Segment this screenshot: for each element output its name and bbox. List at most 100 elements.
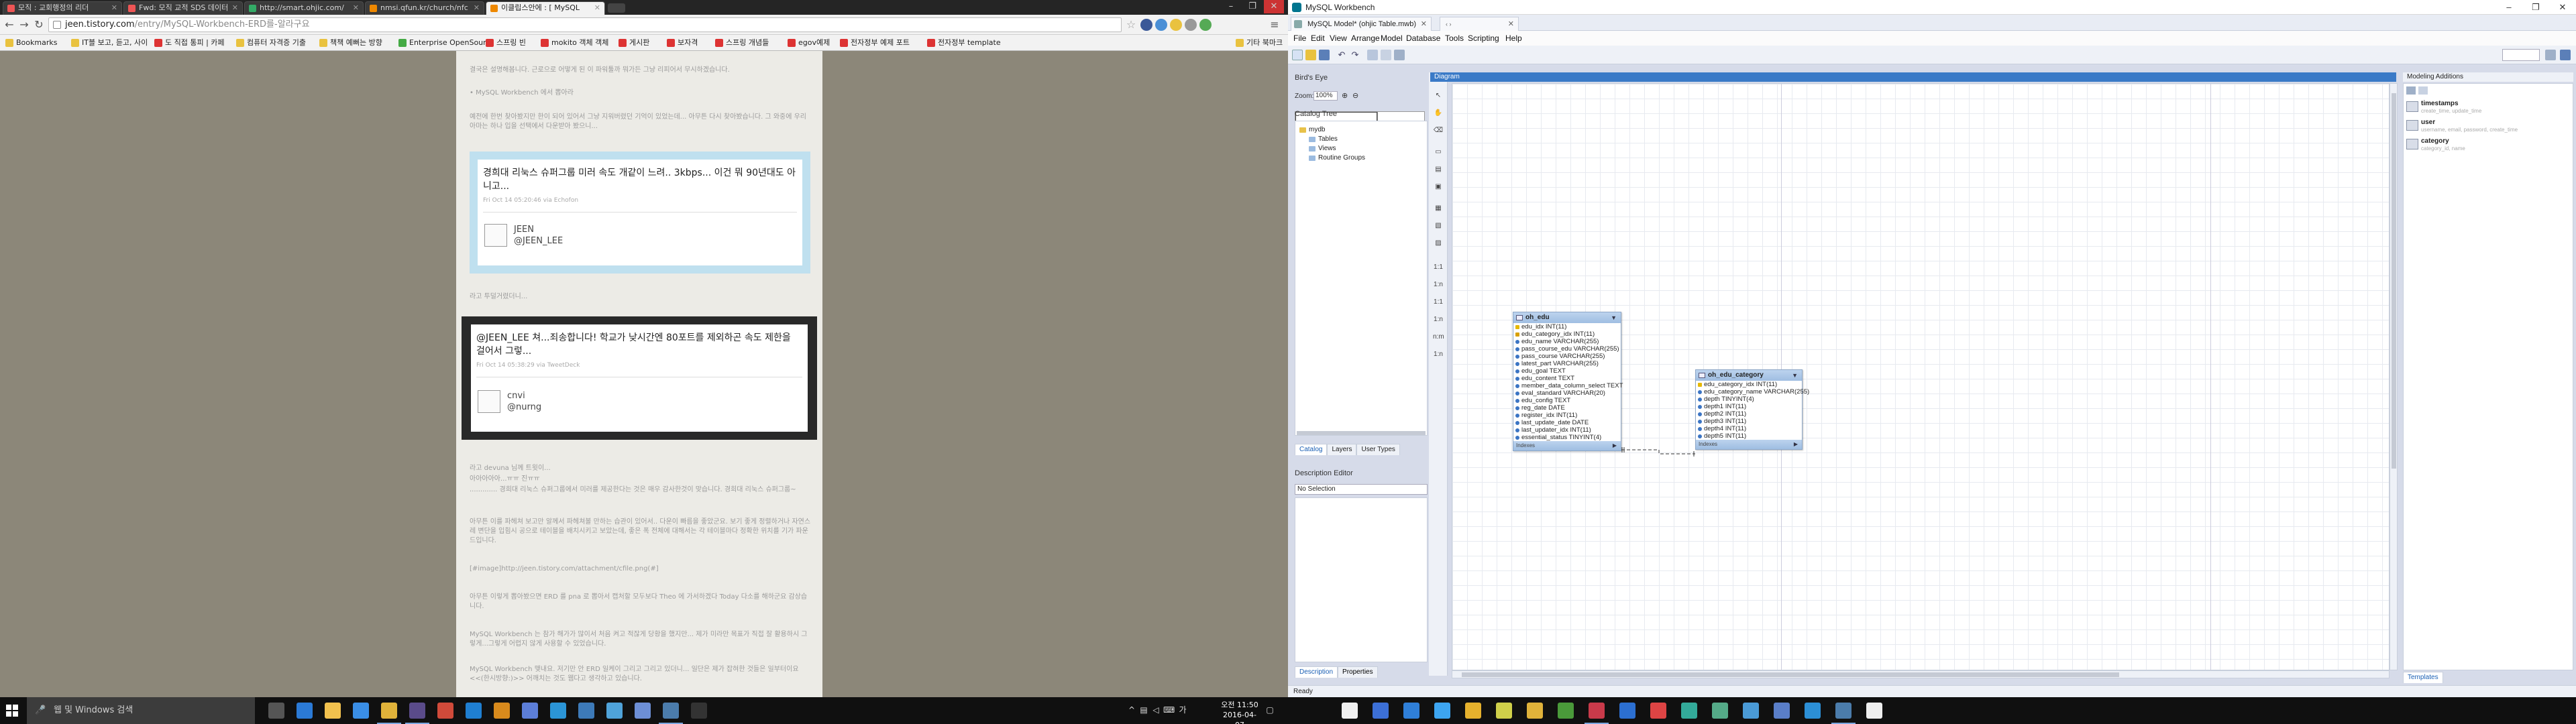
undo-icon[interactable]: ↶	[1336, 50, 1347, 60]
image-tool-icon[interactable]: ▣	[1433, 182, 1444, 192]
toggle-icon[interactable]	[1394, 50, 1405, 60]
tree-node-schema[interactable]: mydb	[1298, 125, 1325, 135]
table-column[interactable]: pass_course_edu VARCHAR(255)	[1513, 345, 1621, 353]
expand-arrow-icon[interactable]: ▶	[1613, 441, 1617, 450]
menu-edit[interactable]: Edit	[1308, 31, 1328, 46]
table-column[interactable]: latest_part VARCHAR(255)	[1513, 360, 1621, 367]
description-textarea[interactable]	[1295, 497, 1428, 662]
collapse-arrow-icon[interactable]: ▼	[1792, 370, 1798, 381]
new-tab-button[interactable]	[608, 3, 625, 13]
table-column[interactable]: register_idx INT(11)	[1513, 412, 1621, 419]
taskbar-app-r13-icon[interactable]	[1712, 703, 1728, 719]
taskbar-app-r15-icon[interactable]	[1774, 703, 1790, 719]
bookmark-item[interactable]: IT블 보고, 듣고, 사이	[70, 37, 148, 49]
taskbar-app-r11-icon[interactable]	[1650, 703, 1666, 719]
relation-1-1-id-icon[interactable]: 1:1	[1433, 298, 1444, 307]
bookmark-item[interactable]: 보자격	[665, 37, 698, 49]
taskbar-app-app8-icon[interactable]	[466, 703, 482, 719]
taskbar-app-r1-icon[interactable]	[1342, 703, 1358, 719]
table-column[interactable]: pass_course VARCHAR(255)	[1513, 353, 1621, 360]
reload-icon[interactable]: ↻	[32, 18, 46, 32]
align-icon[interactable]	[1381, 50, 1391, 60]
ime-indicator[interactable]: 가	[1178, 705, 1187, 715]
browser-tab[interactable]: Fwd: 모직 교적 SDS 데이터 ✕	[123, 1, 243, 15]
relation-1-n-id-icon[interactable]: 1:n	[1433, 315, 1444, 324]
table-header[interactable]: oh_edu ▼	[1513, 312, 1621, 323]
tab-templates[interactable]: Templates	[2403, 672, 2443, 683]
zoom-out-icon[interactable]: ⊖	[1352, 91, 1358, 100]
table-column[interactable]: essential_status TINYINT(4)	[1513, 434, 1621, 441]
table-column[interactable]: member_data_column_select TEXT	[1513, 382, 1623, 389]
tab-description[interactable]: Description	[1295, 666, 1338, 678]
table-column[interactable]: reg_date DATE	[1513, 404, 1621, 412]
close-tab-icon[interactable]: ✕	[474, 2, 480, 14]
zoom-in-icon[interactable]: ⊕	[1342, 91, 1348, 100]
chevron-up-icon[interactable]: ^	[1127, 705, 1136, 715]
close-tab-icon[interactable]: ✕	[353, 2, 359, 14]
page-info-icon[interactable]	[53, 21, 61, 29]
open-folder-icon[interactable]	[1305, 50, 1316, 60]
menu-view[interactable]: View	[1327, 31, 1350, 46]
scroll-thumb[interactable]	[2392, 93, 2396, 469]
tweet-user-handle[interactable]: @nurng	[507, 402, 541, 413]
modeling-addition-item[interactable]: user username, email, password, create_ti…	[2405, 117, 2571, 135]
pointer-tool-icon[interactable]: ↖	[1433, 91, 1444, 101]
table-column[interactable]: edu_idx INT(11)	[1513, 323, 1621, 330]
table-column[interactable]: depth2 INT(11)	[1696, 410, 1802, 418]
tree-node-routine-groups[interactable]: Routine Groups	[1307, 154, 1365, 163]
extension-icon[interactable]	[1185, 19, 1197, 31]
menu-model[interactable]: Model	[1378, 31, 1405, 46]
minimize-icon[interactable]: –	[1221, 0, 1241, 13]
modeling-addition-item[interactable]: timestamps create_time, update_time	[2405, 99, 2571, 116]
relation-1-n-icon[interactable]: 1:n	[1433, 280, 1444, 290]
close-tab-icon[interactable]: ✕	[1508, 17, 1514, 32]
minimize-icon[interactable]: –	[2496, 0, 2522, 15]
tweet-user-name[interactable]: cnvi	[507, 390, 525, 402]
bookmark-item[interactable]: mokito 객체 객체	[539, 37, 608, 49]
relation-existing-icon[interactable]: 1:n	[1433, 350, 1444, 359]
taskbar-app-r8-icon[interactable]	[1558, 703, 1574, 719]
close-tab-icon[interactable]: ✕	[111, 2, 117, 14]
extension-icon[interactable]	[1155, 19, 1167, 31]
bookmark-item[interactable]: 도 직접 통피 | 카페	[153, 37, 225, 49]
taskbar-app-task-view-icon[interactable]	[268, 703, 284, 719]
taskbar-app-r18-icon[interactable]	[1866, 703, 1882, 719]
view-tool-icon[interactable]: ▧	[1433, 221, 1444, 231]
browser-tab-active[interactable]: 이클립스안에 : [ MySQL ✕	[486, 1, 605, 15]
close-tab-icon[interactable]: ✕	[594, 2, 600, 14]
taskbar-app-app10-icon[interactable]	[522, 703, 538, 719]
snippet-toolbar-icon[interactable]	[2418, 86, 2428, 95]
redo-icon[interactable]: ↷	[1350, 50, 1360, 60]
bookmark-item[interactable]: 컴퓨터 자격증 기출	[235, 37, 306, 49]
extension-icon[interactable]	[1170, 19, 1182, 31]
table-column[interactable]: last_update_date DATE	[1513, 419, 1621, 426]
taskbar-app-r10-icon[interactable]	[1619, 703, 1635, 719]
table-column[interactable]: depth5 INT(11)	[1696, 432, 1802, 440]
bookmark-star-icon[interactable]: ☆	[1124, 18, 1138, 32]
close-icon[interactable]: ✕	[1264, 0, 1284, 13]
layout-toggle-icon[interactable]	[2560, 50, 2571, 60]
bookmark-item[interactable]: 게시판	[617, 37, 649, 49]
taskbar-app-r2-icon[interactable]	[1373, 703, 1389, 719]
volume-icon[interactable]: ◁	[1151, 705, 1161, 715]
table-column[interactable]: edu_name VARCHAR(255)	[1513, 338, 1621, 345]
tree-node-tables[interactable]: Tables	[1307, 135, 1338, 144]
taskbar-app-edge-icon[interactable]	[297, 703, 313, 719]
taskbar-app-explorer-icon[interactable]	[325, 703, 341, 719]
table-column[interactable]: depth3 INT(11)	[1696, 418, 1802, 425]
collapse-arrow-icon[interactable]: ▼	[1611, 312, 1617, 323]
table-indexes-bar[interactable]: Indexes ▶	[1696, 440, 1802, 449]
bookmark-item[interactable]: 스프링 빈	[484, 37, 526, 49]
table-column[interactable]: depth4 INT(11)	[1696, 425, 1802, 432]
taskbar-app-r9-icon[interactable]	[1585, 703, 1609, 724]
keyboard-icon[interactable]: ⌨	[1163, 705, 1175, 715]
taskbar-app-app9-icon[interactable]	[494, 703, 510, 719]
avatar[interactable]	[484, 224, 507, 247]
menu-database[interactable]: Database	[1403, 31, 1443, 46]
taskbar-search-box[interactable]: 🎤 웹 및 Windows 검색	[27, 697, 255, 724]
er-table-oh-edu-category[interactable]: oh_edu_category ▼ edu_category_idx INT(11…	[1695, 369, 1809, 450]
tab-layers[interactable]: Layers	[1327, 444, 1357, 455]
menu-icon[interactable]: ≡	[1268, 18, 1281, 32]
close-tab-icon[interactable]: ✕	[232, 2, 238, 14]
bookmark-item[interactable]: Bookmarks	[4, 37, 57, 49]
